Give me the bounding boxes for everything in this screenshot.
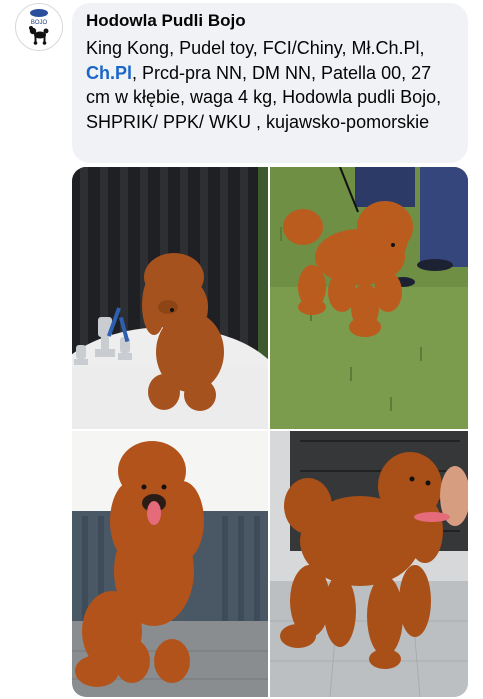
post-text-part-2: , Prcd-pra NN, DM NN, Patella 00, 27 cm … <box>86 62 442 132</box>
photo-poodle-with-trophies[interactable] <box>72 167 268 429</box>
photo-poodle-profile[interactable] <box>270 431 468 697</box>
comment-bubble: Hodowla Pudli Bojo King Kong, Pudel toy,… <box>72 3 468 163</box>
post-text-part-1: King Kong, Pudel toy, FCI/Chiny, Mł.Ch.P… <box>86 38 425 58</box>
post-text: King Kong, Pudel toy, FCI/Chiny, Mł.Ch.P… <box>86 36 454 134</box>
logo-text: BOJO <box>31 20 48 26</box>
photo-poodle-on-grass[interactable] <box>270 167 468 429</box>
author-name[interactable]: Hodowla Pudli Bojo <box>86 10 454 32</box>
hashtag-link[interactable]: Ch.Pl <box>86 63 132 83</box>
avatar[interactable]: BOJO <box>15 3 63 51</box>
photo-gallery <box>72 167 468 697</box>
poodle-logo-icon: BOJO <box>17 5 61 49</box>
photo-poodle-on-bench[interactable] <box>72 431 268 697</box>
